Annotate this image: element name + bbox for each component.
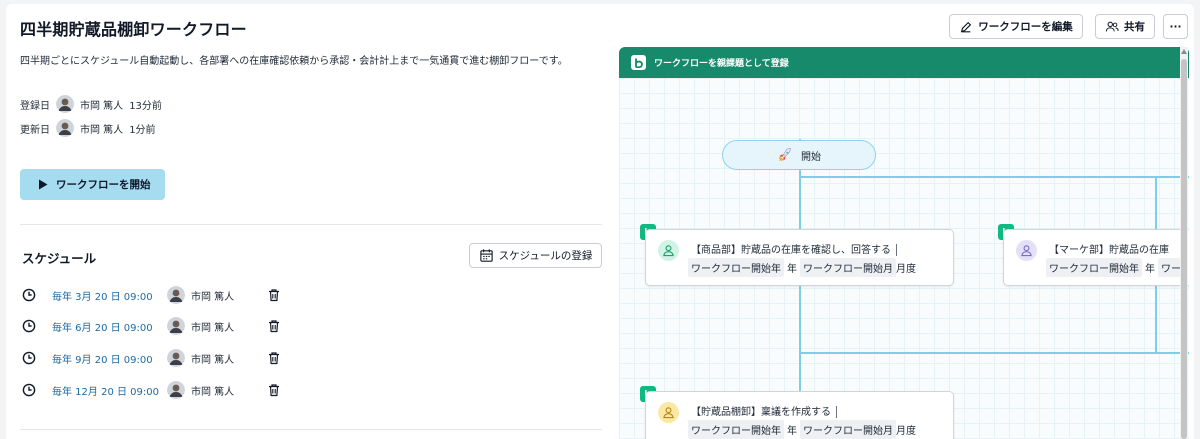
avatar [56, 95, 74, 113]
clock-icon [22, 288, 36, 302]
edit-workflow-button[interactable]: ワークフローを編集 [949, 14, 1083, 39]
users-icon [1105, 21, 1119, 31]
schedule-when-link[interactable]: 毎年 3月 20 日 09:00 [52, 288, 167, 303]
more-options-label: ··· [1169, 20, 1182, 33]
trash-icon[interactable] [267, 383, 281, 397]
schedule-user-name: 市岡 篤人 [191, 354, 235, 366]
registered-label: 登録日 [20, 100, 50, 112]
year-separator: 年 [1145, 264, 1155, 275]
month-suffix: 月度 [896, 426, 916, 437]
schedule-user-name: 市岡 篤人 [191, 386, 235, 398]
schedule-when-link[interactable]: 毎年 6月 20 日 09:00 [52, 319, 167, 334]
register-parent-issue-bar[interactable]: ワークフローを親課題として登録 [619, 47, 1189, 78]
schedule-row: 毎年 9月 20 日 09:00 市岡 篤人 [22, 348, 602, 368]
connector-line [799, 176, 1189, 178]
updated-time: 1分前 [129, 124, 156, 136]
schedule-row: 毎年 12月 20 日 09:00 市岡 篤人 [22, 380, 602, 400]
page-title: 四半期貯蔵品棚卸ワークフロー [20, 20, 247, 39]
month-chip: ワークフロー開始月 [800, 258, 896, 277]
scroll-up-arrow-icon[interactable] [1181, 49, 1187, 54]
schedule-user-name: 市岡 篤人 [191, 291, 235, 303]
connector-line [799, 352, 1189, 354]
task-title: 【マーケ部】貯蔵品の在庫 [1049, 245, 1169, 256]
vertical-scrollbar[interactable] [1180, 47, 1188, 439]
month-chip: ワークフロー開始月 [800, 420, 896, 439]
updated-label: 更新日 [20, 124, 50, 136]
user-icon [658, 240, 679, 261]
more-options-button[interactable]: ··· [1163, 14, 1188, 39]
flow-task-node[interactable]: 【貯蔵品棚卸】稟議を作成する ワークフロー開始年 年 ワークフロー開始月 月度 [645, 391, 954, 439]
schedule-when-link[interactable]: 毎年 12月 20 日 09:00 [52, 383, 167, 398]
schedule-user: 市岡 篤人 [167, 381, 267, 399]
avatar [167, 381, 185, 399]
month-suffix: 月度 [896, 264, 916, 275]
divider [20, 429, 602, 430]
scrollbar-thumb[interactable] [1181, 59, 1187, 439]
schedule-user: 市岡 篤人 [167, 317, 267, 335]
year-separator: 年 [787, 264, 797, 275]
updated-info: 更新日 市岡 篤人 1分前 [20, 118, 156, 138]
year-chip: ワークフロー開始年 [1046, 258, 1142, 277]
avatar [56, 119, 74, 137]
workflow-diagram-panel: ワークフローを親課題として登録 開始 【商品部】貯蔵品の在庫を確認し、回答する … [619, 47, 1189, 439]
clock-icon [22, 383, 36, 397]
registered-time: 13分前 [129, 100, 162, 112]
avatar [167, 286, 185, 304]
schedule-title: スケジュール [22, 251, 97, 266]
register-parent-issue-label: ワークフローを親課題として登録 [654, 59, 789, 69]
flow-task-node[interactable]: 【商品部】貯蔵品の在庫を確認し、回答する ワークフロー開始年 年 ワークフロー開… [645, 229, 954, 286]
avatar [167, 317, 185, 335]
rocket-icon [778, 147, 791, 162]
user-icon [1016, 240, 1037, 261]
schedule-user-name: 市岡 篤人 [191, 322, 235, 334]
trash-icon[interactable] [267, 319, 281, 333]
task-title: 【商品部】貯蔵品の在庫を確認し、回答する [691, 245, 891, 256]
task-title: 【貯蔵品棚卸】稟議を作成する [691, 407, 831, 418]
start-node[interactable]: 開始 [722, 140, 876, 170]
share-button[interactable]: 共有 [1095, 14, 1155, 39]
register-schedule-button[interactable]: スケジュールの登録 [469, 243, 602, 268]
schedule-when-link[interactable]: 毎年 9月 20 日 09:00 [52, 351, 167, 366]
clock-icon [22, 319, 36, 333]
register-schedule-label: スケジュールの登録 [498, 250, 593, 262]
edit-workflow-label: ワークフローを編集 [978, 21, 1073, 33]
schedule-row: 毎年 6月 20 日 09:00 市岡 篤人 [22, 316, 602, 336]
registered-user: 市岡 篤人 [80, 100, 124, 112]
registered-info: 登録日 市岡 篤人 13分前 [20, 94, 162, 114]
schedule-user: 市岡 篤人 [167, 349, 267, 367]
divider [20, 224, 602, 225]
start-workflow-label: ワークフローを開始 [56, 179, 151, 191]
schedule-user: 市岡 篤人 [167, 286, 267, 304]
trash-icon[interactable] [267, 288, 281, 302]
share-label: 共有 [1124, 21, 1145, 33]
updated-user: 市岡 篤人 [80, 124, 124, 136]
user-icon [658, 402, 679, 423]
start-node-label: 開始 [801, 151, 821, 163]
avatar [167, 349, 185, 367]
trash-icon[interactable] [267, 351, 281, 365]
workflow-description: 四半期ごとにスケジュール自動起動し、各部署への在庫確認依頼から承認・会計計上まで… [20, 56, 568, 67]
year-separator: 年 [787, 426, 797, 437]
flow-task-node[interactable]: 【マーケ部】貯蔵品の在庫 ワークフロー開始年 年 ワー [1003, 229, 1189, 286]
schedule-row: 毎年 3月 20 日 09:00 市岡 篤人 [22, 285, 602, 305]
year-chip: ワークフロー開始年 [688, 258, 784, 277]
start-workflow-button[interactable]: ワークフローを開始 [20, 169, 165, 200]
calendar-icon [479, 249, 493, 262]
backlog-logo-icon [631, 55, 646, 70]
diagram-canvas[interactable]: 開始 【商品部】貯蔵品の在庫を確認し、回答する ワークフロー開始年 年 ワークフ… [619, 78, 1189, 439]
pencil-icon [961, 21, 972, 32]
clock-icon [22, 351, 36, 365]
year-chip: ワークフロー開始年 [688, 420, 784, 439]
play-icon [39, 179, 48, 190]
